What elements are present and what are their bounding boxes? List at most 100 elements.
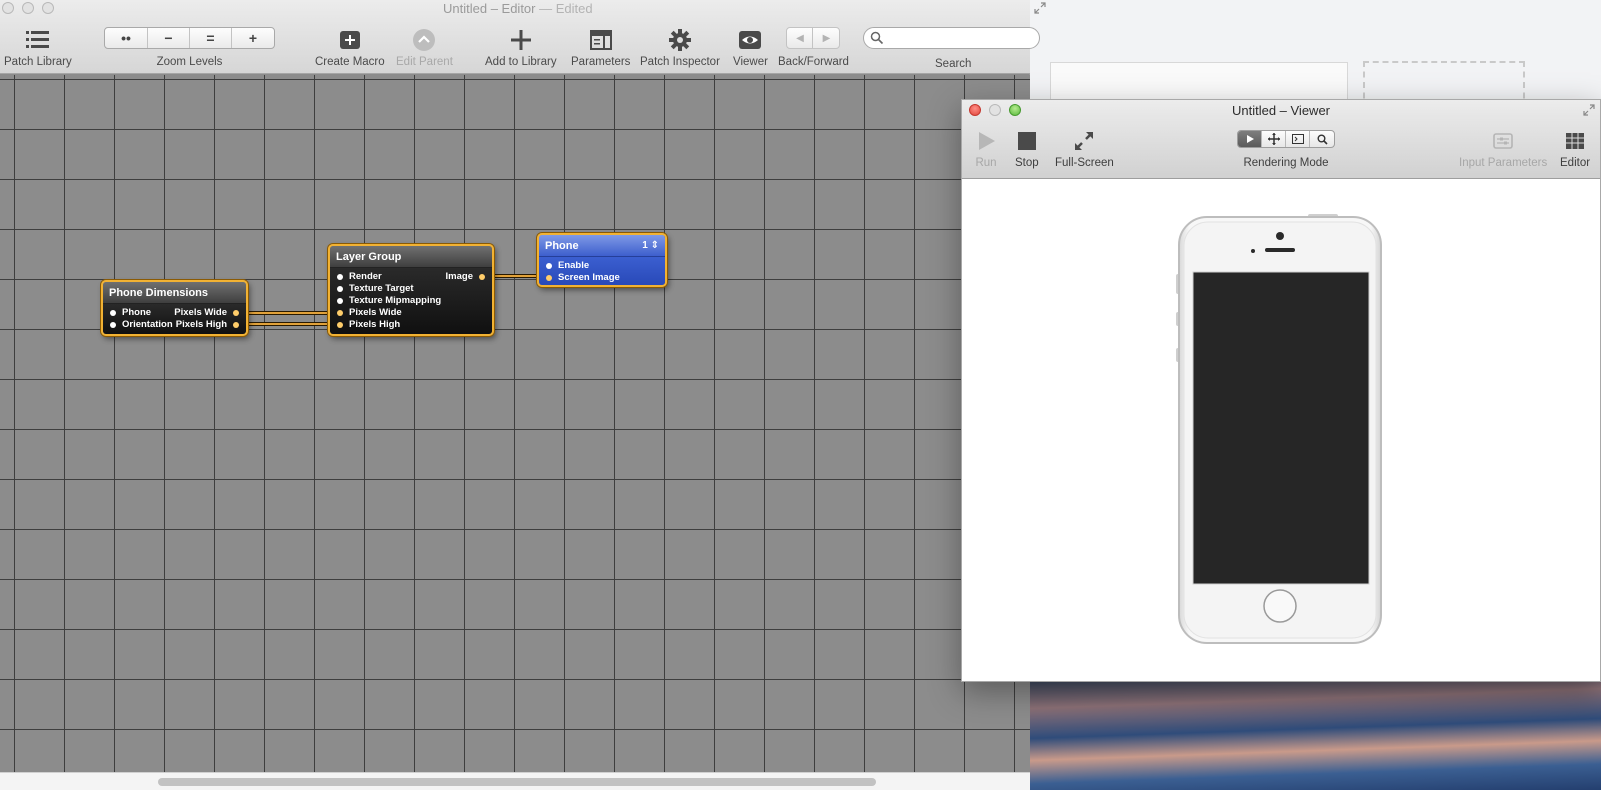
port-label: Pixels High <box>175 319 227 330</box>
edit-parent-label: Edit Parent <box>396 56 453 68</box>
port-label: Pixels Wide <box>349 307 402 318</box>
create-macro-button[interactable]: Create Macro <box>315 27 385 68</box>
render-move-mode-icon[interactable] <box>1262 131 1286 147</box>
rendering-mode-control: Rendering Mode <box>1237 130 1335 169</box>
wire-pixels-wide[interactable] <box>246 311 330 315</box>
input-port-render[interactable] <box>337 274 343 280</box>
back-arrow-icon[interactable]: ◀ <box>787 28 814 48</box>
port-row: Pixels High <box>330 319 492 331</box>
list-icon <box>25 27 51 53</box>
add-to-library-button[interactable]: Add to Library <box>485 27 557 68</box>
patch-phone-dimensions-title: Phone Dimensions <box>103 282 246 304</box>
editor-button[interactable]: Editor <box>1560 130 1590 169</box>
port-label: Orientation <box>122 319 173 330</box>
port-label: Phone <box>122 307 152 318</box>
patch-phone-header: Phone 1 ⇕ <box>539 235 665 257</box>
scrollbar-thumb[interactable] <box>158 778 876 786</box>
parameters-button[interactable]: Parameters <box>571 27 630 68</box>
run-label: Run <box>975 157 997 169</box>
viewer-window: Untitled – Viewer Run Stop Full-Screen R… <box>961 99 1601 682</box>
patch-phone-dimensions-body: Phone Pixels Wide Orientation Pixels Hig… <box>103 304 246 334</box>
zoom-button[interactable] <box>42 2 54 14</box>
port-label: Enable <box>558 260 590 271</box>
viewer-toolbar: Untitled – Viewer Run Stop Full-Screen R… <box>962 100 1600 179</box>
editor-window-title: Untitled – Editor — Edited <box>443 1 593 16</box>
stop-button[interactable]: Stop <box>1015 130 1039 169</box>
minimize-button[interactable] <box>22 2 34 14</box>
input-port-screen-image[interactable] <box>546 275 552 281</box>
close-button[interactable] <box>2 2 14 14</box>
patch-phone[interactable]: Phone 1 ⇕ Enable Screen Image <box>537 233 667 287</box>
zoom-in-button[interactable]: + <box>232 28 274 48</box>
wire-pixels-high[interactable] <box>246 322 330 326</box>
render-play-mode-icon[interactable] <box>1238 131 1262 147</box>
port-label: Image <box>445 271 473 282</box>
expand-icon <box>1075 132 1094 150</box>
stop-icon <box>1017 132 1036 150</box>
editor-fullscreen-icon[interactable] <box>1034 2 1046 14</box>
port-row: Pixels Wide <box>330 307 492 319</box>
render-console-mode-icon[interactable] <box>1286 131 1310 147</box>
input-port-pixels-high[interactable] <box>337 322 343 328</box>
zoom-segmented-control: •• − = + <box>104 27 275 49</box>
port-row: Phone Pixels Wide <box>103 307 246 319</box>
port-label: Pixels High <box>349 319 401 330</box>
editor-window: Untitled – Editor — Edited Patch Library… <box>0 0 1046 790</box>
parameters-label: Parameters <box>571 56 631 68</box>
patch-inspector-label: Patch Inspector <box>640 56 720 68</box>
input-port-pixels-wide[interactable] <box>337 310 343 316</box>
zoom-fit-button[interactable]: •• <box>105 28 148 48</box>
viewer-render-area[interactable] <box>962 180 1600 681</box>
patch-canvas[interactable]: Phone Dimensions Phone Pixels Wide Orien… <box>0 75 1030 772</box>
search-label: Search <box>935 58 972 70</box>
output-port-image[interactable] <box>479 274 485 280</box>
patch-library-button[interactable]: Patch Library <box>4 27 72 68</box>
add-to-library-label: Add to Library <box>485 56 557 68</box>
viewer-fullscreen-icon[interactable] <box>1583 104 1595 116</box>
zoom-levels-control: •• − = + Zoom Levels <box>104 27 275 68</box>
zoom-out-button[interactable]: − <box>148 28 190 48</box>
plus-box-icon <box>339 27 361 53</box>
port-label: Texture Target <box>349 283 414 294</box>
create-macro-label: Create Macro <box>315 56 385 68</box>
port-row: Render Image <box>330 271 492 283</box>
full-screen-button[interactable]: Full-Screen <box>1055 130 1114 169</box>
port-row: Enable <box>539 260 665 272</box>
patch-library-label: Patch Library <box>4 56 72 68</box>
input-port-texture-target[interactable] <box>337 286 343 292</box>
output-port-pixels-high[interactable] <box>233 322 239 328</box>
patch-index-stepper[interactable]: 1 ⇕ <box>642 235 659 257</box>
desktop-wallpaper <box>1030 680 1601 790</box>
grid-icon <box>1566 133 1585 149</box>
viewer-window-title: Untitled – Viewer <box>1231 103 1331 118</box>
patch-layer-group[interactable]: Layer Group Render Image Texture Target … <box>328 244 494 336</box>
sliders-icon <box>1493 133 1513 149</box>
play-icon <box>979 132 995 150</box>
back-forward-control: ◀ ▶ Back/Forward <box>778 27 849 68</box>
gear-icon <box>668 27 692 53</box>
search-input[interactable] <box>886 30 1034 46</box>
forward-arrow-icon[interactable]: ▶ <box>813 28 839 48</box>
editor-title-text: Untitled – Editor <box>443 1 536 16</box>
patch-inspector-button[interactable]: Patch Inspector <box>640 27 720 68</box>
port-label: Texture Mipmapping <box>349 295 442 306</box>
horizontal-scrollbar[interactable] <box>0 772 1030 790</box>
input-port-enable[interactable] <box>546 263 552 269</box>
editor-edited-indicator: — Edited <box>539 1 593 16</box>
render-zoom-mode-icon[interactable] <box>1310 131 1334 147</box>
search-field[interactable] <box>863 27 1040 49</box>
run-button[interactable]: Run <box>975 130 997 169</box>
patch-phone-dimensions[interactable]: Phone Dimensions Phone Pixels Wide Orien… <box>101 280 248 336</box>
input-port-phone[interactable] <box>110 310 116 316</box>
zoom-levels-label: Zoom Levels <box>156 56 223 68</box>
input-port-texture-mipmapping[interactable] <box>337 298 343 304</box>
input-parameters-button[interactable]: Input Parameters <box>1459 130 1547 169</box>
input-port-orientation[interactable] <box>110 322 116 328</box>
edit-parent-button[interactable]: Edit Parent <box>396 27 453 68</box>
stop-label: Stop <box>1015 157 1039 169</box>
output-port-pixels-wide[interactable] <box>233 310 239 316</box>
zoom-actual-button[interactable]: = <box>190 28 232 48</box>
viewer-button[interactable]: Viewer <box>733 27 768 68</box>
port-row: Texture Target <box>330 283 492 295</box>
port-label: Screen Image <box>558 272 620 283</box>
